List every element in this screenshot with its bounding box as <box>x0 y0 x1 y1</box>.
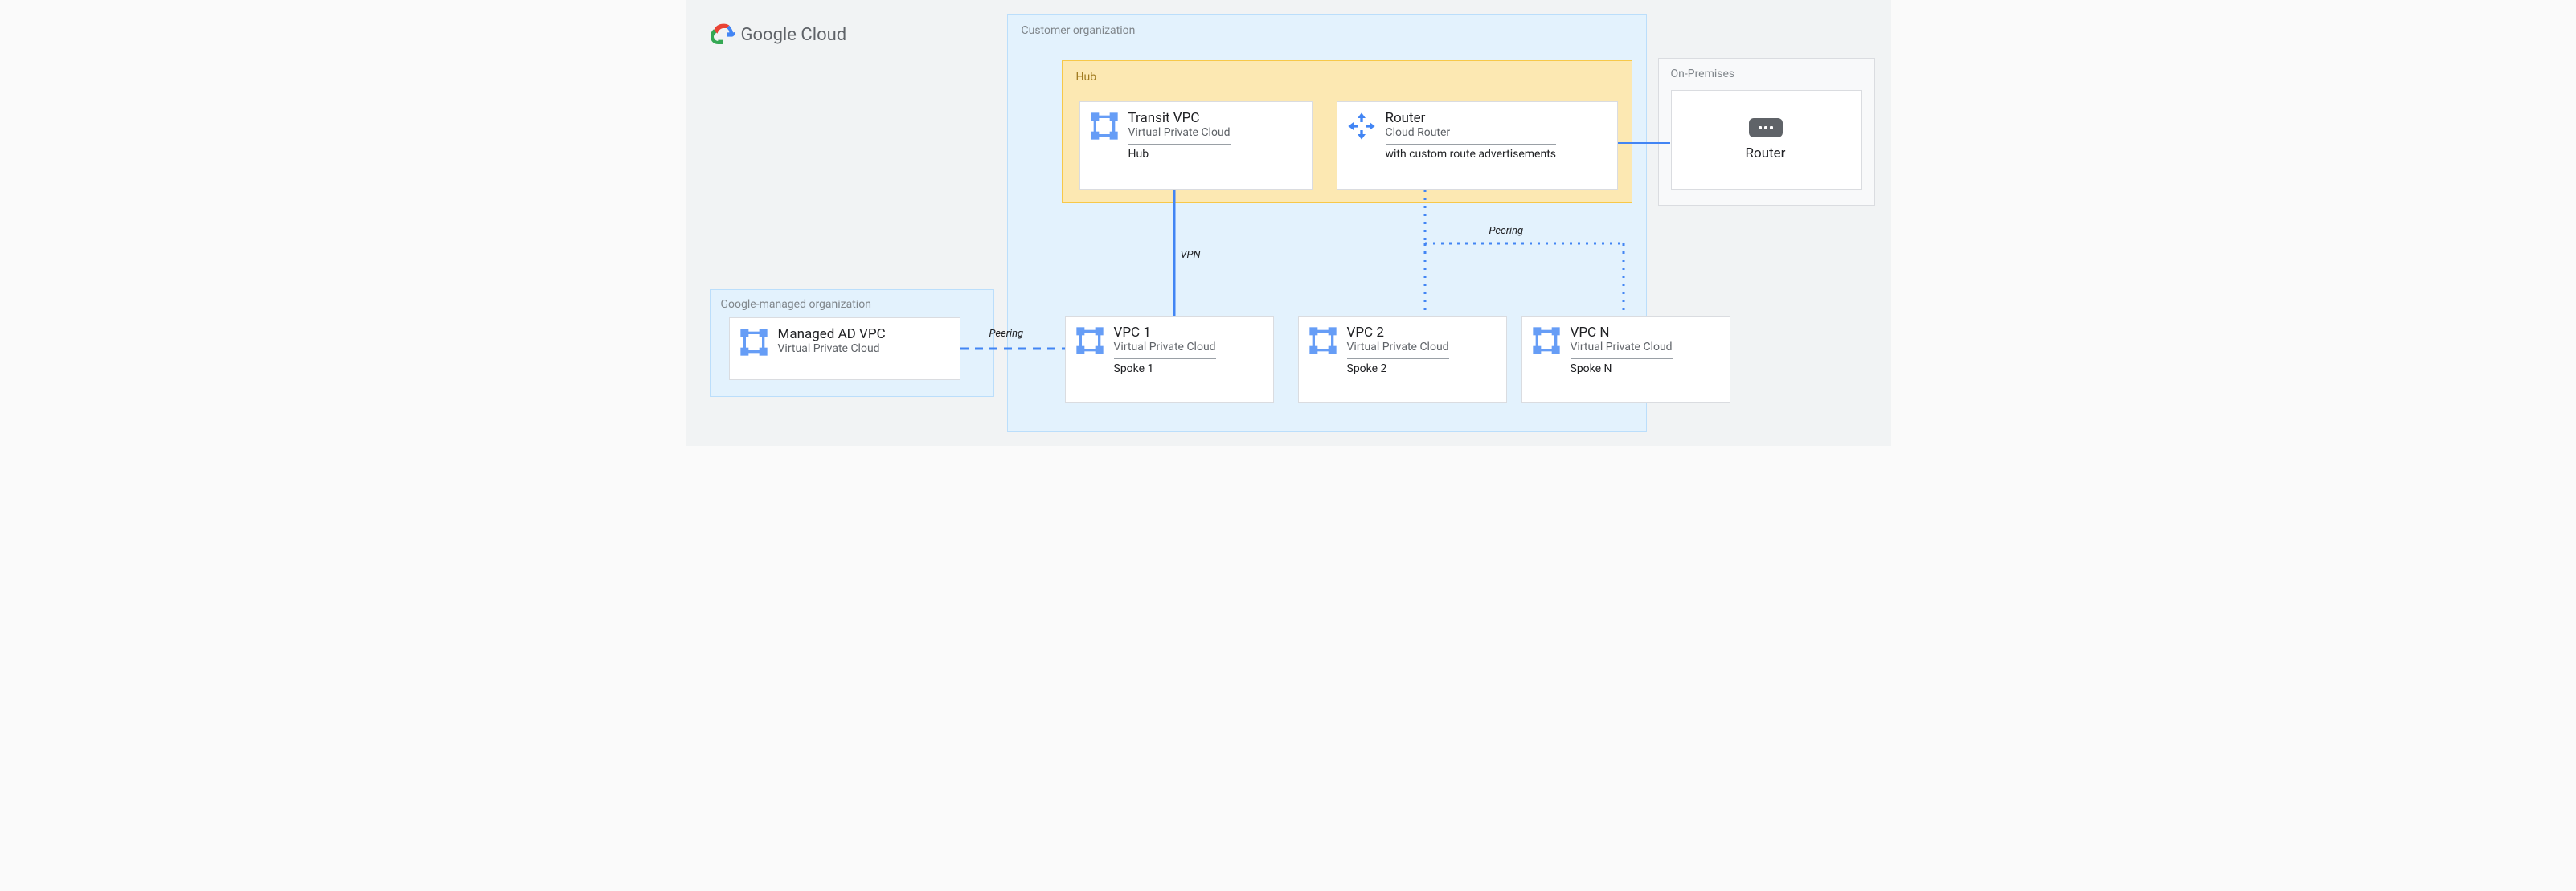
vpc2-title: VPC 2 <box>1347 325 1449 341</box>
google-cloud-icon <box>711 22 736 47</box>
google-managed-org-label: Google-managed organization <box>721 298 871 311</box>
cloud-router-node: Router Cloud Router with custom route ad… <box>1337 101 1618 190</box>
vpc1-node: VPC 1 Virtual Private Cloud Spoke 1 <box>1065 316 1274 403</box>
vpcn-extra: Spoke N <box>1571 362 1673 375</box>
edge-label-peering-left: Peering <box>989 328 1024 340</box>
onprem-router-title: Router <box>1746 145 1786 161</box>
google-cloud-text: Google Cloud <box>741 25 847 45</box>
vpc2-node: VPC 2 Virtual Private Cloud Spoke 2 <box>1298 316 1507 403</box>
managed-ad-vpc-node: Managed AD VPC Virtual Private Cloud <box>729 317 960 380</box>
managed-ad-vpc-title: Managed AD VPC <box>778 326 886 342</box>
router-icon <box>1749 118 1783 137</box>
vpc1-title: VPC 1 <box>1114 325 1216 341</box>
vpc2-sub: Virtual Private Cloud <box>1347 341 1449 354</box>
vpc1-extra: Spoke 1 <box>1114 362 1216 375</box>
transit-vpc-node: Transit VPC Virtual Private Cloud Hub <box>1079 101 1313 190</box>
vpc1-sub: Virtual Private Cloud <box>1114 341 1216 354</box>
vpc-icon <box>738 326 770 358</box>
vpcn-title: VPC N <box>1571 325 1673 341</box>
vpc2-extra: Spoke 2 <box>1347 362 1449 375</box>
cloud-router-icon <box>1345 110 1378 142</box>
vpc-icon <box>1530 325 1562 357</box>
google-cloud-logo: Google Cloud <box>711 22 847 47</box>
onprem-label: On-Premises <box>1671 67 1735 80</box>
vpc-icon <box>1088 110 1120 142</box>
diagram-canvas: Google Cloud Customer organization Hub G… <box>686 0 1891 446</box>
hub-label: Hub <box>1076 71 1097 84</box>
transit-vpc-extra: Hub <box>1128 148 1231 161</box>
customer-org-label: Customer organization <box>1022 24 1136 37</box>
cloud-router-sub: Cloud Router <box>1386 126 1557 140</box>
onprem-router-node: Router <box>1671 90 1862 190</box>
cloud-router-extra: with custom route advertisements <box>1386 148 1557 161</box>
edge-label-peering-right: Peering <box>1489 225 1524 237</box>
transit-vpc-sub: Virtual Private Cloud <box>1128 126 1231 140</box>
vpc-icon <box>1074 325 1106 357</box>
vpc-icon <box>1307 325 1339 357</box>
vpcn-sub: Virtual Private Cloud <box>1571 341 1673 354</box>
edge-label-vpn: VPN <box>1181 249 1201 261</box>
vpcn-node: VPC N Virtual Private Cloud Spoke N <box>1521 316 1730 403</box>
managed-ad-vpc-sub: Virtual Private Cloud <box>778 342 886 356</box>
cloud-router-title: Router <box>1386 110 1557 126</box>
transit-vpc-title: Transit VPC <box>1128 110 1231 126</box>
